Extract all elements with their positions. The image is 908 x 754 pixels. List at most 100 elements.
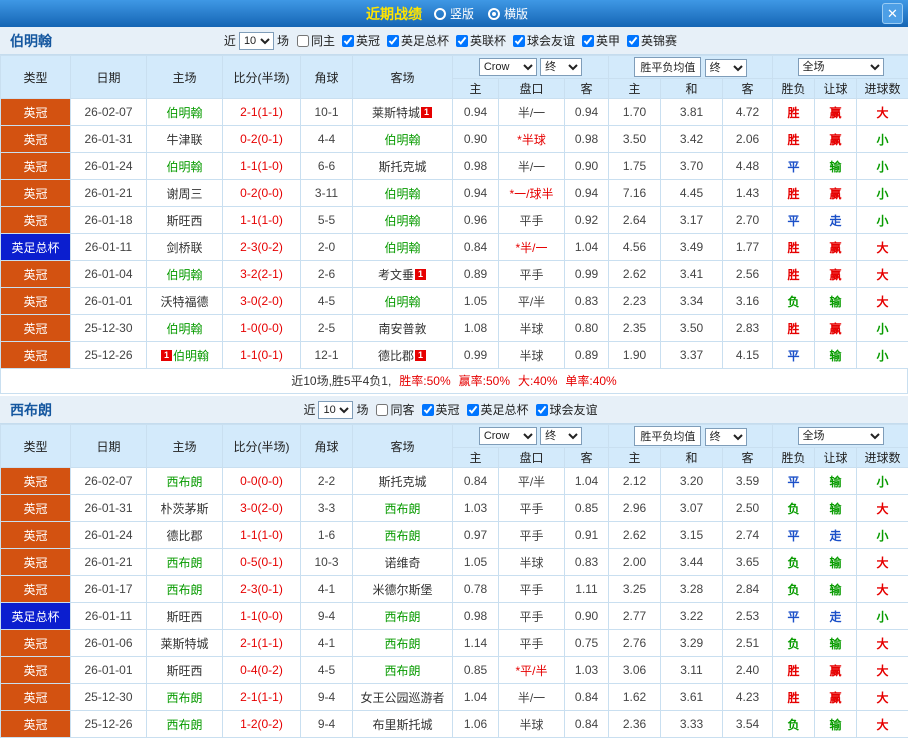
radio-horizontal-icon[interactable] — [488, 7, 500, 20]
asia-final-select[interactable]: 终 — [540, 58, 583, 76]
team-link: 莱斯特城 — [371, 105, 420, 120]
euro-average-button[interactable]: 胜平负均值 — [634, 426, 702, 446]
team-link: 伯明翰 — [384, 213, 421, 228]
result-cell: 平 — [772, 521, 815, 549]
home-team: 剑桥联 — [146, 233, 223, 261]
euro-final-select[interactable]: 终 — [704, 59, 747, 77]
filter-item[interactable]: 英足总杯 — [466, 401, 529, 418]
radio-vertical-icon[interactable] — [433, 7, 446, 20]
filter-item[interactable]: 英足总杯 — [386, 32, 449, 49]
recent-count-select[interactable]: 10 — [318, 400, 354, 419]
score: 3-0(2-0) — [222, 287, 301, 315]
layout-horizontal-radio[interactable]: 横版 — [488, 5, 528, 22]
home-team: 西布朗 — [146, 548, 223, 576]
col-handicap: 盘口 — [498, 78, 565, 99]
col-date: 日期 — [70, 424, 147, 468]
away-team: 南安普敦 — [352, 314, 453, 342]
away-team: 考文垂 1 — [352, 260, 453, 288]
filter-label: 英甲 — [596, 34, 621, 48]
filter-checkbox[interactable] — [582, 34, 595, 47]
filter-item[interactable]: 球会友谊 — [535, 401, 598, 418]
euro-draw-odds: 3.41 — [660, 260, 723, 288]
euro-average-button[interactable]: 胜平负均值 — [634, 57, 702, 77]
page-title: 近期战绩 — [365, 5, 422, 22]
filter-checkbox[interactable] — [456, 34, 468, 47]
match-date: 26-01-11 — [70, 602, 147, 630]
asia-away-odds: 1.04 — [564, 233, 609, 261]
euro-away-odds: 2.74 — [722, 521, 773, 549]
euro-odds-group: 胜平负均值 终 — [608, 424, 773, 448]
score: 1-1(0-0) — [222, 602, 301, 630]
filter-checkbox[interactable] — [386, 34, 399, 47]
score: 3-2(2-1) — [222, 260, 301, 288]
filter-checkbox[interactable] — [341, 34, 354, 47]
filter-item[interactable]: 英锦赛 — [627, 32, 677, 49]
scope-select[interactable]: 全场 — [797, 58, 884, 76]
filter-item[interactable]: 英甲 — [582, 32, 620, 49]
competition-badge: 英冠 — [0, 548, 71, 576]
euro-final-select[interactable]: 终 — [704, 428, 747, 446]
col-asia-home: 主 — [452, 78, 499, 99]
goals-result-cell: 小 — [856, 152, 908, 180]
euro-home-odds: 4.56 — [608, 233, 661, 261]
euro-draw-odds: 3.22 — [660, 602, 723, 630]
scope-select[interactable]: 全场 — [797, 427, 884, 445]
result-cell: 胜 — [772, 260, 815, 288]
col-type: 类型 — [0, 424, 71, 468]
euro-draw-odds: 3.37 — [660, 341, 723, 369]
asia-final-select[interactable]: 终 — [540, 427, 583, 445]
handicap-result-cell: 走 — [814, 521, 857, 549]
filter-item[interactable]: 英冠 — [341, 32, 380, 49]
filter-item[interactable]: 球会友谊 — [513, 32, 575, 49]
filter-item[interactable]: 英冠 — [421, 401, 460, 418]
filter-checkbox-group: 同客 英冠 英足总杯 球会友谊 — [376, 401, 604, 418]
score: 1-2(0-2) — [222, 710, 301, 738]
filter-checkbox[interactable] — [513, 34, 526, 47]
match-row: 英冠 26-01-18 斯旺西 1-1(1-0) 5-5 伯明翰 0.96 平手 0.92 2.6… — [0, 206, 908, 234]
filter-item[interactable]: 英联杯 — [456, 32, 506, 49]
filter-label: 英冠 — [435, 403, 460, 417]
asia-odds-group: Crow 终 — [452, 55, 609, 79]
competition-badge: 英冠 — [0, 494, 71, 522]
competition-badge: 英冠 — [0, 152, 71, 180]
asia-handicap: 平手 — [498, 575, 565, 603]
odds-source-select[interactable]: Crow — [478, 427, 537, 445]
asia-handicap: 半球 — [498, 341, 565, 369]
filter-checkbox[interactable] — [466, 403, 479, 416]
team-link: 伯明翰 — [166, 321, 203, 336]
handicap-result-cell: 输 — [814, 494, 857, 522]
asia-handicap: 半/一 — [498, 98, 565, 126]
filter-checkbox[interactable] — [627, 34, 640, 47]
filter-checkbox[interactable] — [535, 403, 548, 416]
result-cell: 负 — [772, 548, 815, 576]
red-card-badge: 1 — [160, 349, 172, 361]
goals-result-cell: 小 — [856, 602, 908, 630]
asia-handicap: 半/一 — [498, 683, 565, 711]
corners: 6-6 — [300, 152, 353, 180]
filter-checkbox[interactable] — [421, 403, 434, 416]
home-team: 朴茨茅斯 — [146, 494, 223, 522]
match-date: 26-01-17 — [70, 575, 147, 603]
odds-source-select[interactable]: Crow — [478, 58, 537, 76]
team-section-westbrom: 西布朗 近 10 场 同客 英冠 英足总杯 球会友谊 类型 日期 主场 比分(半场) … — [0, 396, 908, 738]
close-icon[interactable]: ✕ — [882, 3, 903, 24]
filter-checkbox[interactable] — [376, 403, 389, 416]
match-date: 26-01-18 — [70, 206, 147, 234]
match-date: 25-12-26 — [70, 710, 147, 738]
team-link: 布里斯托城 — [372, 717, 433, 732]
filter-item[interactable]: 同客 — [376, 401, 415, 418]
filter-item[interactable]: 同主 — [296, 32, 335, 49]
recent-count-select[interactable]: 10 — [238, 31, 274, 50]
team-name: 伯明翰 — [10, 32, 52, 49]
col-asia-home: 主 — [452, 447, 499, 468]
corners: 9-4 — [300, 683, 353, 711]
handicap-result-cell: 输 — [814, 710, 857, 738]
layout-vertical-radio[interactable]: 竖版 — [433, 5, 474, 22]
away-team: 伯明翰 — [352, 206, 453, 234]
euro-away-odds: 3.65 — [722, 548, 773, 576]
filter-checkbox[interactable] — [296, 34, 309, 47]
col-corner: 角球 — [300, 55, 353, 99]
euro-away-odds: 2.40 — [722, 656, 773, 684]
team-section-birmingham: 伯明翰 近 10 场 同主 英冠 英足总杯 英联杯 球会友谊 英甲 英锦赛 类型 日期 主场… — [0, 27, 908, 394]
team-link: 斯托克城 — [378, 159, 427, 174]
